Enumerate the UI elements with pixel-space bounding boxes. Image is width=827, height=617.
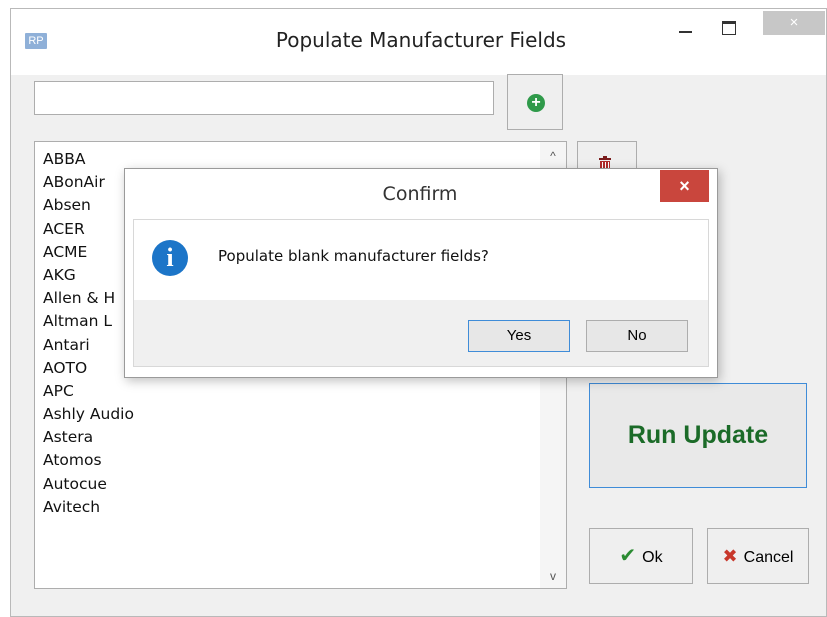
dialog-message-area: i Populate blank manufacturer fields? <box>134 220 708 300</box>
confirm-dialog: Confirm × i Populate blank manufacturer … <box>124 168 718 378</box>
manufacturer-list-items: ABBA ABonAir Absen ACER ACME AKG Allen & H Altm… <box>43 148 134 519</box>
list-item[interactable]: Autocue <box>43 473 134 496</box>
ok-button[interactable]: ✔ Ok <box>589 528 693 584</box>
dialog-title: Confirm <box>382 183 458 205</box>
list-item[interactable]: AOTO <box>43 357 134 380</box>
list-item[interactable]: Atomos <box>43 449 134 472</box>
list-item[interactable]: APC <box>43 380 134 403</box>
manufacturer-name-input[interactable] <box>34 81 494 115</box>
ok-label: Ok <box>642 549 663 566</box>
minimize-button[interactable] <box>669 11 699 43</box>
list-item[interactable]: ABonAir <box>43 171 134 194</box>
run-update-button[interactable]: Run Update <box>589 383 807 488</box>
scroll-down-icon[interactable]: v <box>540 566 566 586</box>
dialog-body: i Populate blank manufacturer fields? Ye… <box>133 219 709 367</box>
window-title: Populate Manufacturer Fields <box>275 28 567 52</box>
dialog-message: Populate blank manufacturer fields? <box>218 247 489 265</box>
window-titlebar[interactable]: RP Populate Manufacturer Fields × <box>11 9 826 75</box>
add-manufacturer-button[interactable]: + <box>507 74 563 130</box>
info-icon: i <box>152 240 188 276</box>
list-item[interactable]: Antari <box>43 334 134 357</box>
plus-circle-icon: + <box>527 94 545 112</box>
list-item[interactable]: ABBA <box>43 148 134 171</box>
list-item[interactable]: Avitech <box>43 496 134 519</box>
x-icon: ✖ <box>722 546 738 566</box>
list-item[interactable]: ACME <box>43 241 134 264</box>
list-item[interactable]: AKG <box>43 264 134 287</box>
check-icon: ✔ <box>619 545 637 567</box>
no-button[interactable]: No <box>586 320 688 352</box>
dialog-close-button[interactable]: × <box>660 170 709 202</box>
scroll-up-icon[interactable]: ^ <box>540 146 566 166</box>
list-item[interactable]: ACER <box>43 218 134 241</box>
cancel-label: Cancel <box>743 549 794 566</box>
list-item[interactable]: Allen & H <box>43 287 134 310</box>
list-item[interactable]: Astera <box>43 426 134 449</box>
yes-button[interactable]: Yes <box>468 320 570 352</box>
dialog-titlebar[interactable]: Confirm × <box>125 169 717 219</box>
list-item[interactable]: Absen <box>43 194 134 217</box>
window-close-button[interactable]: × <box>763 11 825 35</box>
list-item[interactable]: Ashly Audio <box>43 403 134 426</box>
maximize-button[interactable] <box>713 11 743 43</box>
cancel-button[interactable]: ✖ Cancel <box>707 528 809 584</box>
list-item[interactable]: Altman L <box>43 310 134 333</box>
